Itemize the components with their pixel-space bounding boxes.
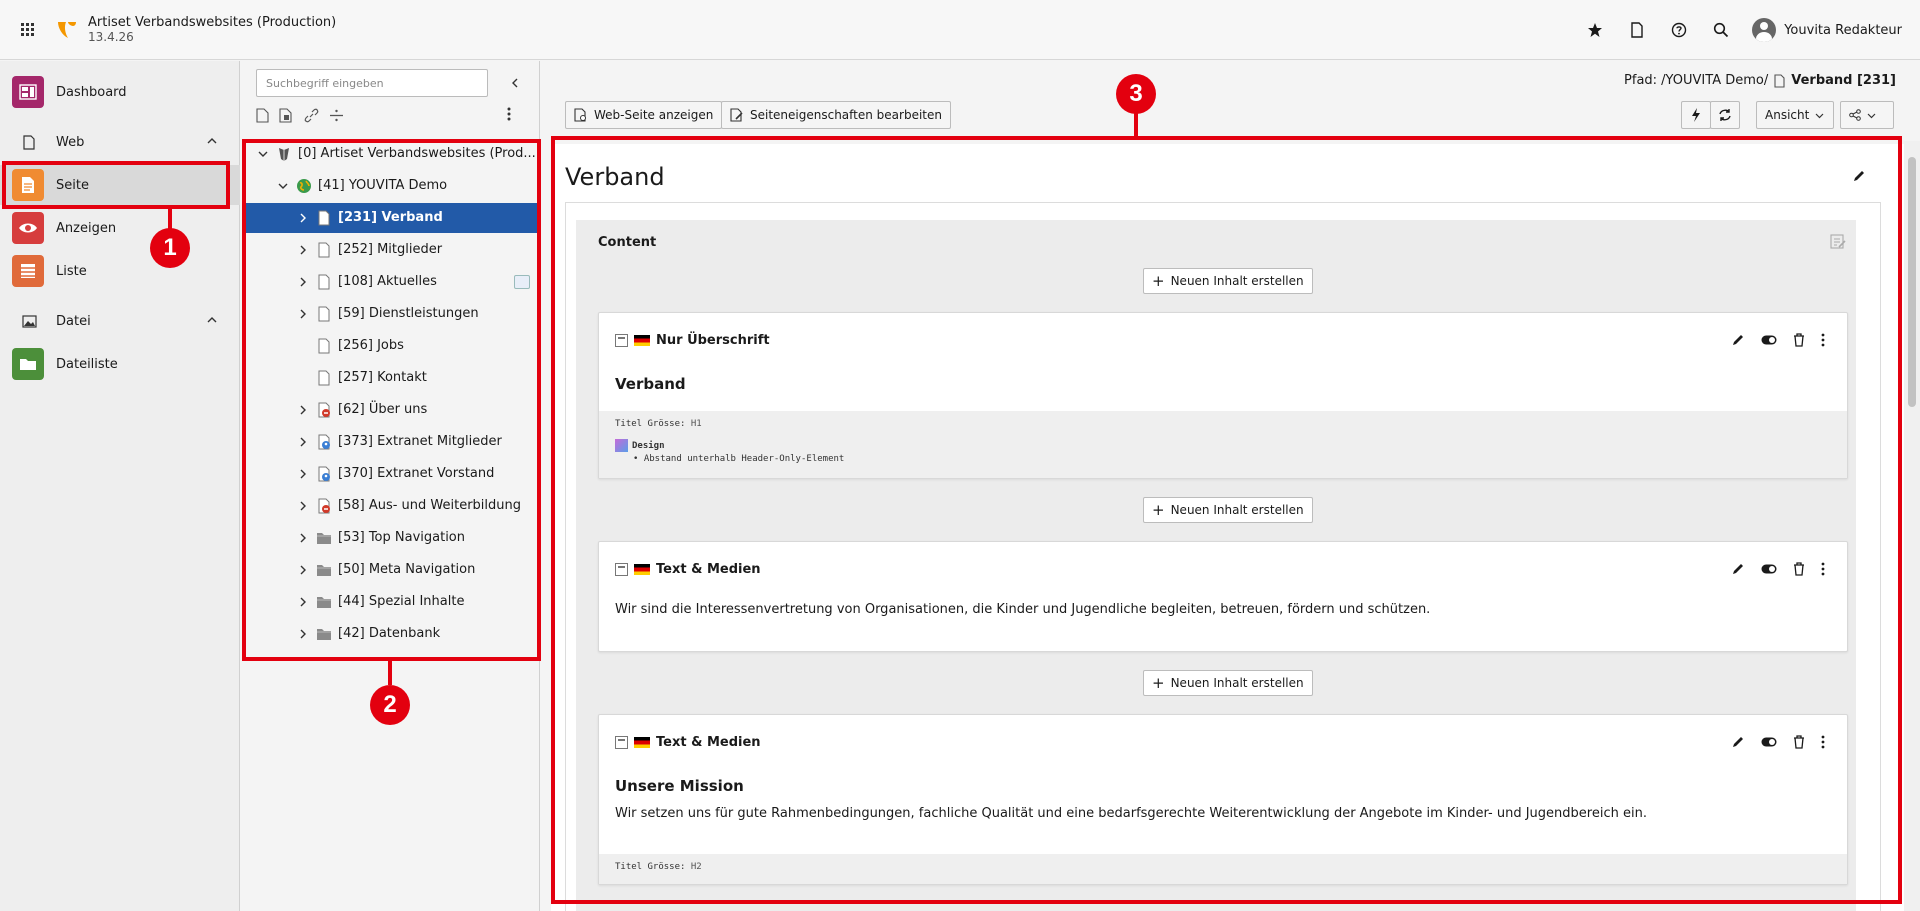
user-name: Youvita Redakteur bbox=[1784, 22, 1902, 38]
scrollbar[interactable] bbox=[1904, 141, 1920, 911]
module-anzeigen[interactable]: Anzeigen bbox=[0, 208, 240, 248]
annotation-line-3 bbox=[1134, 110, 1138, 138]
module-group-web[interactable]: Web bbox=[0, 127, 240, 157]
path-page: Verband [231] bbox=[1791, 73, 1896, 88]
list-icon bbox=[12, 255, 44, 287]
more-vertical-icon[interactable] bbox=[507, 107, 511, 121]
edit-page-properties-button[interactable]: Seiteneigenschaften bearbeiten bbox=[721, 101, 951, 129]
version-label: 13.4.26 bbox=[88, 30, 134, 44]
top-bar: Artiset Verbandswebsites (Production) 13… bbox=[0, 0, 1920, 60]
search-icon[interactable] bbox=[1702, 11, 1740, 49]
typo3-logo-icon bbox=[58, 21, 76, 38]
eye-icon bbox=[12, 212, 44, 244]
breadcrumb: Pfad: /YOUVITA Demo/ Verband [231] bbox=[1624, 73, 1896, 88]
chevron-up-icon bbox=[207, 317, 217, 323]
tree-search-input[interactable] bbox=[256, 69, 488, 97]
view-page-icon bbox=[574, 108, 586, 122]
annotation-box-2 bbox=[242, 139, 541, 661]
collapse-tree-icon[interactable] bbox=[505, 73, 525, 93]
module-label: Dateiliste bbox=[56, 356, 118, 372]
avatar bbox=[1752, 18, 1777, 42]
module-label: Dashboard bbox=[56, 84, 127, 100]
lightning-icon bbox=[1692, 108, 1700, 122]
annotation-number-2: 2 bbox=[370, 685, 410, 725]
view-webpage-button[interactable]: Web-Seite anzeigen bbox=[565, 101, 723, 129]
edit-page-icon bbox=[730, 108, 743, 122]
chevron-up-icon bbox=[207, 138, 217, 144]
refresh-icon bbox=[1719, 109, 1731, 121]
annotation-line-2 bbox=[388, 661, 392, 685]
annotation-box-1 bbox=[2, 161, 230, 209]
view-dropdown[interactable]: Ansicht bbox=[1756, 101, 1834, 129]
annotation-number-3: 3 bbox=[1116, 74, 1156, 114]
brand[interactable]: Artiset Verbandswebsites (Production) 13… bbox=[56, 15, 336, 44]
site-title: Artiset Verbandswebsites (Production) bbox=[88, 15, 337, 30]
dropdown-label: Ansicht bbox=[1765, 108, 1810, 122]
dashboard-icon bbox=[12, 76, 44, 108]
module-label: Anzeigen bbox=[56, 220, 117, 236]
group-label: Web bbox=[56, 134, 85, 150]
scrollbar-thumb[interactable] bbox=[1908, 157, 1916, 407]
path-prefix: Pfad: /YOUVITA Demo/ bbox=[1624, 73, 1769, 88]
module-dateiliste[interactable]: Dateiliste bbox=[0, 344, 240, 384]
new-page-template-icon[interactable] bbox=[279, 107, 294, 123]
divider-icon[interactable] bbox=[329, 108, 344, 123]
chevron-down-icon bbox=[1867, 113, 1876, 118]
annotation-number-1: 1 bbox=[150, 228, 190, 268]
apps-grid-icon[interactable] bbox=[0, 0, 56, 60]
module-dashboard[interactable]: Dashboard bbox=[0, 72, 240, 112]
module-liste[interactable]: Liste bbox=[0, 251, 240, 291]
chevron-down-icon bbox=[1815, 113, 1824, 118]
image-icon bbox=[20, 312, 38, 330]
link-icon[interactable] bbox=[304, 108, 319, 123]
share-icon bbox=[1849, 109, 1861, 121]
button-label: Web-Seite anzeigen bbox=[594, 108, 714, 122]
group-label: Datei bbox=[56, 313, 91, 329]
share-dropdown[interactable] bbox=[1840, 101, 1894, 129]
document-icon[interactable] bbox=[1618, 11, 1656, 49]
new-page-icon[interactable] bbox=[256, 107, 269, 123]
user-menu[interactable]: Youvita Redakteur bbox=[1752, 18, 1902, 42]
help-icon[interactable] bbox=[1660, 11, 1698, 49]
star-icon[interactable] bbox=[1576, 11, 1614, 49]
module-group-datei[interactable]: Datei bbox=[0, 306, 240, 336]
page-icon bbox=[20, 133, 38, 151]
annotation-box-3 bbox=[551, 136, 1902, 904]
clear-cache-button[interactable] bbox=[1681, 101, 1711, 129]
button-label: Seiteneigenschaften bearbeiten bbox=[750, 108, 942, 122]
module-label: Liste bbox=[56, 263, 87, 279]
page-icon bbox=[1774, 73, 1785, 88]
folder-icon bbox=[12, 348, 44, 380]
reload-button[interactable] bbox=[1710, 101, 1740, 129]
